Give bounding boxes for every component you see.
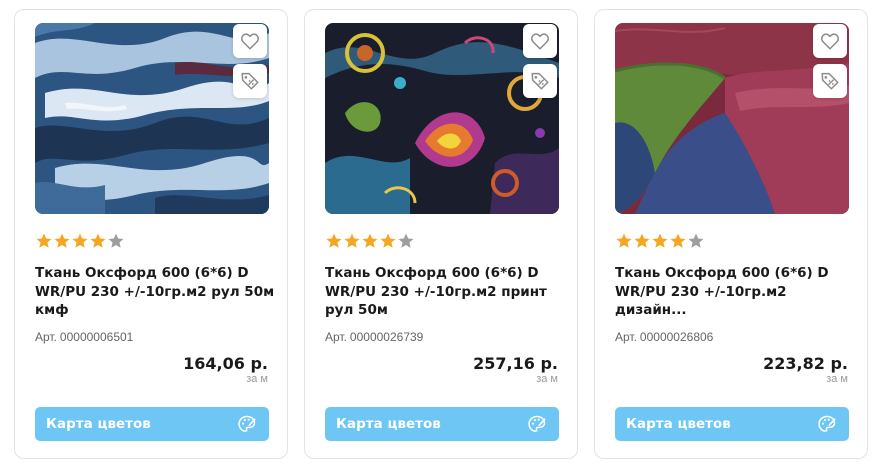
sku-label: Арт.: [615, 330, 637, 344]
star-filled-icon: [670, 233, 686, 248]
star-empty-icon: [398, 233, 414, 248]
product-title[interactable]: Ткань Оксфорд 600 (6*6) D WR/PU 230 +/-1…: [615, 264, 855, 320]
product-card[interactable]: Ткань Оксфорд 600 (6*6) D WR/PU 230 +/-1…: [304, 9, 578, 459]
product-title[interactable]: Ткань Оксфорд 600 (6*6) D WR/PU 230 +/-1…: [325, 264, 565, 320]
star-filled-icon: [54, 233, 70, 248]
star-filled-icon: [634, 233, 650, 248]
price-unit: за м: [826, 373, 848, 385]
star-empty-icon: [108, 233, 124, 248]
compare-tag-button[interactable]: [233, 64, 267, 98]
sku-value: 00000006501: [59, 330, 134, 344]
sku-value: 00000026806: [639, 330, 714, 344]
price: 257,16 р.: [473, 354, 558, 373]
star-filled-icon: [616, 233, 632, 248]
star-filled-icon: [344, 233, 360, 248]
star-filled-icon: [72, 233, 88, 248]
heart-icon: [531, 33, 549, 50]
sku: Арт. 00000026739: [325, 330, 423, 344]
heart-icon: [241, 33, 259, 50]
sku: Арт. 00000026806: [615, 330, 713, 344]
sku-label: Арт.: [325, 330, 347, 344]
palette-icon: [528, 415, 546, 432]
star-filled-icon: [652, 233, 668, 248]
color-map-button[interactable]: Карта цветов: [615, 407, 849, 441]
price: 164,06 р.: [183, 354, 268, 373]
compare-tag-button[interactable]: [813, 64, 847, 98]
add-to-favorites-button[interactable]: [523, 24, 557, 58]
color-map-button[interactable]: Карта цветов: [35, 407, 269, 441]
tag-percent-icon: [531, 72, 549, 90]
rating-stars: [325, 232, 415, 250]
tag-percent-icon: [241, 72, 259, 90]
product-card[interactable]: Ткань Оксфорд 600 (6*6) D WR/PU 230 +/-1…: [14, 9, 288, 459]
add-to-favorites-button[interactable]: [233, 24, 267, 58]
star-filled-icon: [90, 233, 106, 248]
price-unit: за м: [246, 373, 268, 385]
product-title[interactable]: Ткань Оксфорд 600 (6*6) D WR/PU 230 +/-1…: [35, 264, 275, 320]
star-empty-icon: [688, 233, 704, 248]
tag-percent-icon: [821, 72, 839, 90]
color-map-button-label: Карта цветов: [46, 416, 151, 432]
heart-icon: [821, 33, 839, 50]
compare-tag-button[interactable]: [523, 64, 557, 98]
rating-stars: [615, 232, 705, 250]
product-card[interactable]: Ткань Оксфорд 600 (6*6) D WR/PU 230 +/-1…: [594, 9, 868, 459]
rating-stars: [35, 232, 125, 250]
sku: Арт. 00000006501: [35, 330, 133, 344]
price: 223,82 р.: [763, 354, 848, 373]
star-filled-icon: [380, 233, 396, 248]
palette-icon: [818, 415, 836, 432]
color-map-button-label: Карта цветов: [626, 416, 731, 432]
color-map-button-label: Карта цветов: [336, 416, 441, 432]
star-filled-icon: [362, 233, 378, 248]
sku-label: Арт.: [35, 330, 57, 344]
add-to-favorites-button[interactable]: [813, 24, 847, 58]
star-filled-icon: [36, 233, 52, 248]
price-unit: за м: [536, 373, 558, 385]
star-filled-icon: [326, 233, 342, 248]
color-map-button[interactable]: Карта цветов: [325, 407, 559, 441]
sku-value: 00000026739: [349, 330, 424, 344]
palette-icon: [238, 415, 256, 432]
